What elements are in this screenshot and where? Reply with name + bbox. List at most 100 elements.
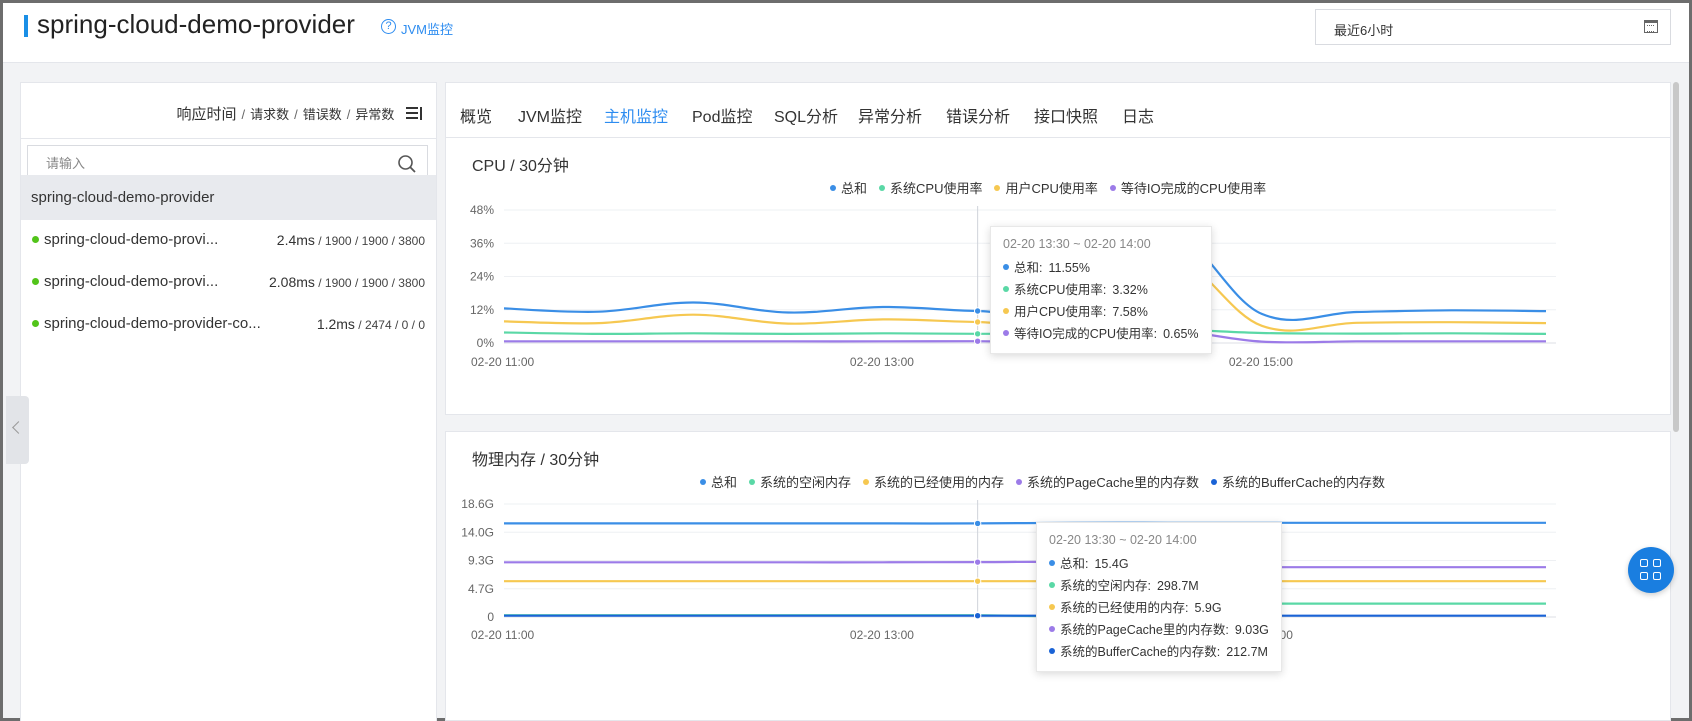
instance-metrics: 2.4ms / 1900 / 1900 / 3800	[277, 232, 425, 248]
collapse-sidebar-handle[interactable]	[6, 396, 29, 464]
tooltip-dot	[1049, 582, 1055, 588]
date-range-picker[interactable]: 最近6小时	[1315, 9, 1671, 45]
y-tick-label: 18.6G	[461, 497, 494, 511]
metric-separator: /	[241, 107, 246, 122]
divider	[21, 138, 436, 139]
hover-point	[973, 307, 982, 315]
tooltip-dot	[1049, 648, 1055, 654]
tooltip-row: 系统的PageCache里的内存数: 9.03G	[1049, 619, 1269, 641]
list-item-app[interactable]: spring-cloud-demo-provider	[21, 175, 436, 220]
list-item-instance[interactable]: spring-cloud-demo-provi... 2.4ms / 1900 …	[21, 217, 436, 262]
cpu-chart-card: CPU / 30分钟 总和 系统CPU使用率 用户CPU使用率 等待IO完成的CPU使…	[445, 137, 1671, 415]
y-tick-label: 24%	[470, 270, 494, 284]
tooltip-row: 用户CPU使用率: 7.58%	[1003, 301, 1199, 323]
tab-bar: 概览 JVM监控 主机监控 Pod监控 SQL分析 异常分析 错误分析 接口快照…	[445, 82, 1671, 139]
sort-icon[interactable]	[406, 107, 422, 121]
tooltip-value: 5.9G	[1194, 601, 1222, 615]
chart-tooltip: 02-20 13:30 ~ 02-20 14:00 总和: 11.55% 系统CPU…	[990, 226, 1212, 354]
tab-overview[interactable]: 概览	[460, 103, 492, 127]
tab-pod[interactable]: Pod监控	[692, 103, 752, 127]
instance-rt: 1.2ms	[316, 316, 355, 332]
tooltip-value: 3.32%	[1112, 283, 1148, 297]
instance-metrics: 2.08ms / 1900 / 1900 / 3800	[269, 274, 425, 290]
apps-grid-button[interactable]	[1628, 547, 1674, 593]
metric-separator: /	[294, 107, 298, 122]
instance-name: spring-cloud-demo-provider-co...	[44, 315, 261, 332]
tooltip-row: 总和: 11.55%	[1003, 257, 1199, 279]
instance-rt: 2.4ms	[276, 232, 315, 248]
metric-exceptions[interactable]: 异常数	[355, 107, 394, 122]
jvm-monitor-link[interactable]: JVM监控	[401, 19, 453, 38]
tab-error[interactable]: 错误分析	[946, 103, 1010, 127]
metric-requests[interactable]: 请求数	[250, 107, 289, 122]
date-range-value: 最近6小时	[1334, 23, 1394, 38]
tooltip-dot	[1049, 604, 1055, 610]
tab-logs[interactable]: 日志	[1122, 103, 1154, 127]
chart-tooltip: 02-20 13:30 ~ 02-20 14:00 总和: 15.4G 系统的空闲内…	[1036, 522, 1282, 672]
help-icon[interactable]: ?	[381, 19, 396, 34]
tooltip-row: 系统CPU使用率: 3.32%	[1003, 279, 1199, 301]
hover-point	[973, 558, 982, 566]
instance-counts: / 2474 / 0 / 0	[354, 318, 425, 332]
tooltip-row: 等待IO完成的CPU使用率: 0.65%	[1003, 323, 1199, 345]
tooltip-row: 总和: 15.4G	[1049, 553, 1269, 575]
tooltip-value: 11.55%	[1048, 261, 1090, 275]
metric-sort-header: 响应时间 / 请求数 / 错误数 / 异常数	[176, 103, 422, 124]
title-accent-bar	[24, 15, 28, 37]
series-line	[503, 560, 1546, 569]
series-line	[504, 521, 1546, 525]
y-tick-label: 12%	[470, 303, 494, 317]
tab-sql[interactable]: SQL分析	[774, 103, 838, 127]
status-dot	[32, 278, 39, 285]
y-tick-label: 0	[487, 610, 494, 624]
tooltip-value: 298.7M	[1156, 579, 1199, 593]
y-tick-label: 48%	[470, 203, 494, 217]
tooltip-dot	[1003, 330, 1009, 336]
tooltip-value: 0.65%	[1163, 327, 1199, 341]
tooltip-label: 总和:	[1060, 557, 1089, 571]
x-tick-label: 02-20 13:00	[850, 628, 914, 642]
tab-snapshot[interactable]: 接口快照	[1034, 103, 1098, 127]
tooltip-dot	[1003, 286, 1009, 292]
tooltip-value: 7.58%	[1112, 305, 1148, 319]
tab-host[interactable]: 主机监控	[604, 103, 668, 127]
tooltip-dot	[1049, 560, 1055, 566]
page-header: spring-cloud-demo-provider ? JVM监控 最近6小时	[3, 3, 1689, 63]
tooltip-label: 系统的已经使用的内存:	[1060, 601, 1189, 615]
tooltip-row: 系统的BufferCache的内存数: 212.7M	[1049, 641, 1269, 663]
x-tick-label: 02-20 15:00	[1229, 355, 1293, 369]
series-line	[504, 601, 1546, 618]
tooltip-value: 9.03G	[1234, 623, 1269, 637]
tooltip-row: 系统的已经使用的内存: 5.9G	[1049, 597, 1269, 619]
tooltip-label: 总和:	[1014, 261, 1043, 275]
list-item-instance[interactable]: spring-cloud-demo-provi... 2.08ms / 1900…	[21, 259, 436, 304]
instance-counts: / 1900 / 1900 / 3800	[314, 234, 425, 248]
metric-response-time[interactable]: 响应时间	[176, 106, 236, 123]
search-icon[interactable]	[397, 154, 417, 174]
list-item-instance[interactable]: spring-cloud-demo-provider-co... 1.2ms /…	[21, 301, 436, 346]
app-list-panel: 响应时间 / 请求数 / 错误数 / 异常数 spring-cloud-demo-provi…	[20, 82, 437, 721]
y-tick-label: 36%	[470, 236, 494, 250]
tab-jvm[interactable]: JVM监控	[518, 103, 582, 127]
memory-chart-card: 物理内存 / 30分钟 总和 系统的空闲内存 系统的已经使用的内存 系统的PageCa…	[445, 431, 1671, 721]
tooltip-label: 系统的空闲内存:	[1060, 579, 1151, 593]
tooltip-value: 212.7M	[1226, 645, 1268, 659]
tooltip-dot	[1003, 264, 1009, 270]
hover-point	[973, 519, 982, 528]
tooltip-label: 系统的BufferCache的内存数:	[1060, 645, 1221, 659]
instance-name: spring-cloud-demo-provi...	[44, 273, 219, 290]
metric-errors[interactable]: 错误数	[303, 107, 342, 122]
tooltip-dot	[1049, 626, 1055, 632]
app-frame: spring-cloud-demo-provider ? JVM监控 最近6小时…	[0, 0, 1692, 721]
scrollbar[interactable]	[1673, 82, 1679, 432]
tooltip-title: 02-20 13:30 ~ 02-20 14:00	[1003, 237, 1151, 251]
instance-metrics: 1.2ms / 2474 / 0 / 0	[317, 316, 425, 332]
chevron-left-icon	[12, 421, 25, 434]
tooltip-value: 15.4G	[1094, 557, 1129, 571]
y-tick-label: 14.0G	[461, 525, 494, 539]
tab-exception[interactable]: 异常分析	[858, 103, 922, 127]
status-dot	[32, 236, 39, 243]
page-title: spring-cloud-demo-provider	[37, 9, 355, 39]
hover-point	[973, 612, 982, 620]
tooltip-dot	[1003, 308, 1009, 314]
